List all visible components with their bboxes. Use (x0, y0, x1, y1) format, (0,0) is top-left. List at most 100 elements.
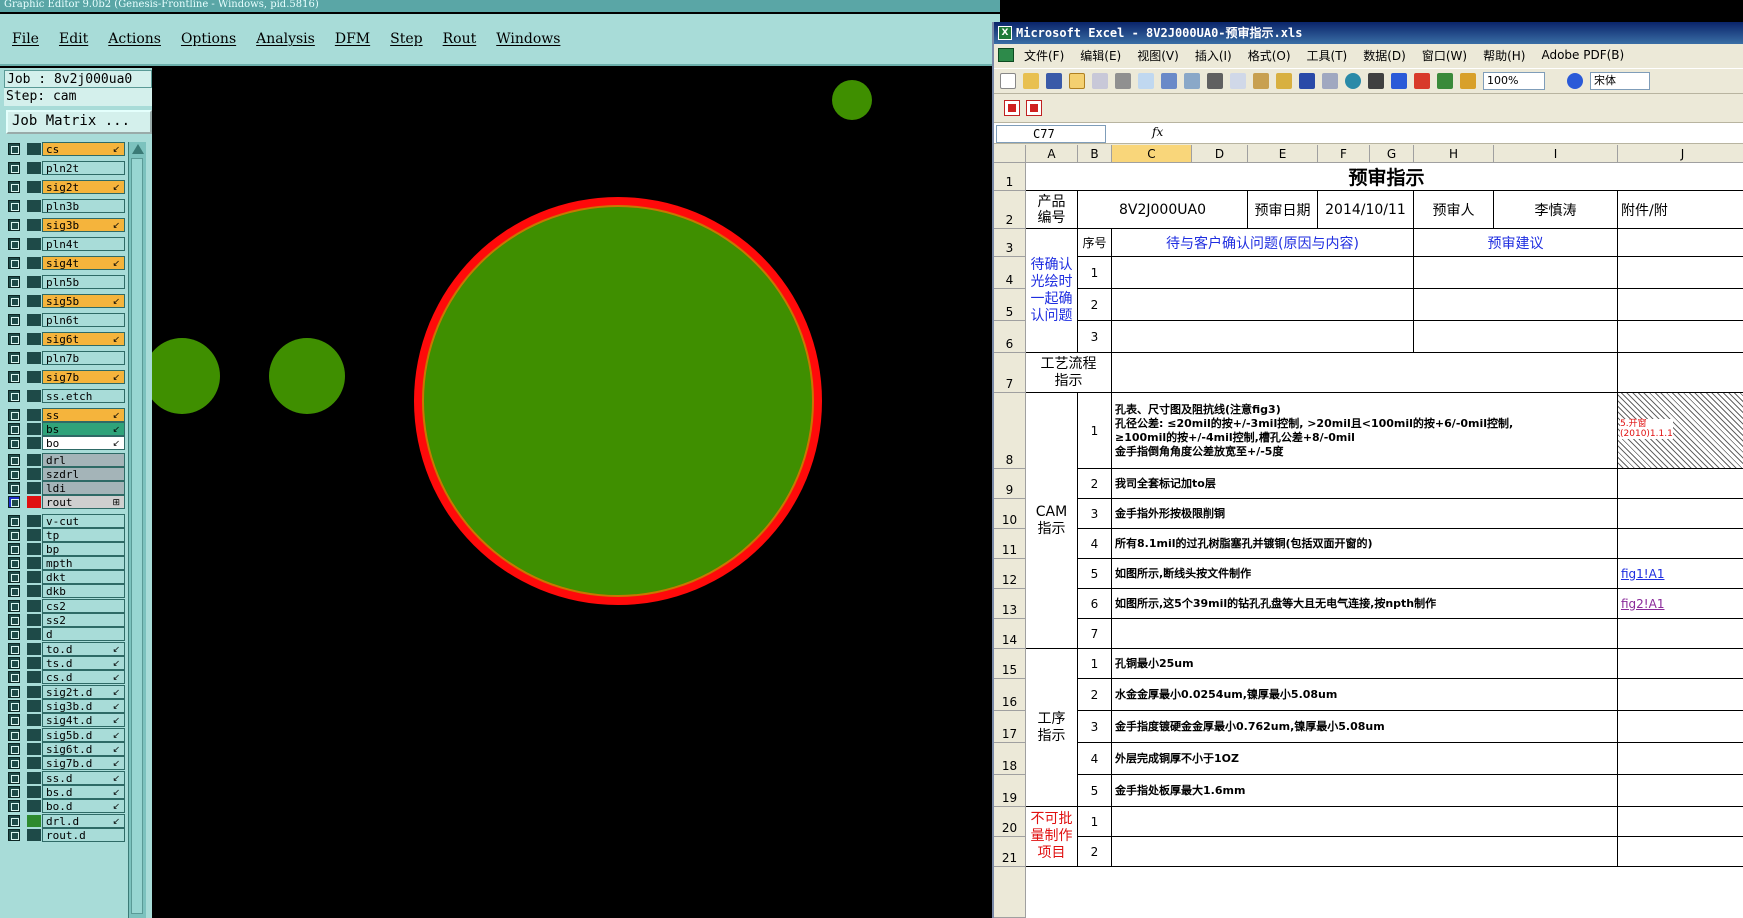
layer-row-sig4t[interactable]: sig4t ↙ (4, 256, 126, 270)
layer-name[interactable]: sig5b ↙ (42, 294, 125, 308)
layer-name[interactable]: pln2t (42, 161, 125, 175)
convert-and-email-pdf-icon[interactable] (1026, 100, 1042, 116)
scroll-up-icon[interactable] (132, 144, 144, 154)
cam-no-3[interactable]: 3 (1078, 499, 1112, 529)
layer-name[interactable]: pln3b (42, 199, 125, 213)
row-header-6[interactable]: 6 (994, 321, 1026, 353)
layer-name[interactable]: ss ↙ (42, 408, 125, 422)
layer-name[interactable]: ss.d ↙ (42, 771, 125, 785)
format-painter-icon[interactable] (1276, 73, 1292, 89)
print-preview-icon[interactable] (1138, 73, 1154, 89)
layer-name[interactable]: sig2t.d ↙ (42, 685, 125, 699)
fx-icon[interactable]: fx (1152, 125, 1163, 139)
layer-row-drl[interactable]: drl (4, 453, 126, 467)
layer-name[interactable]: bs ↙ (42, 422, 125, 436)
proc-text-2[interactable]: 水金金厚最小0.0254um,镍厚最小5.08um (1112, 679, 1618, 711)
layer-name[interactable]: cs.d ↙ (42, 670, 125, 684)
xl-menu-edit[interactable]: 编辑(E) (1080, 47, 1121, 64)
layer-row-ss2[interactable]: ss2 (4, 613, 126, 627)
row-header-11[interactable]: 11 (994, 529, 1026, 559)
layer-display-swatch[interactable] (27, 496, 41, 508)
attachment-cell-9[interactable] (1618, 469, 1743, 499)
layer-name[interactable]: ldi (42, 481, 125, 495)
col-header-a[interactable]: A (1026, 145, 1078, 163)
layer-display-swatch[interactable] (27, 468, 41, 480)
layer-display-swatch[interactable] (27, 671, 41, 683)
layer-affected-checkbox[interactable] (8, 557, 20, 569)
layer-row-rout[interactable]: rout ⊞ (4, 495, 126, 509)
layer-display-swatch[interactable] (27, 219, 41, 231)
cam-no-2[interactable]: 2 (1078, 469, 1112, 499)
layer-row-ts-d[interactable]: ts.d ↙ (4, 656, 126, 670)
xl-menu-format[interactable]: 格式(O) (1248, 47, 1291, 64)
layer-name[interactable]: cs2 (42, 599, 125, 613)
confirm-issue-2[interactable] (1112, 289, 1414, 321)
confirm-suggestion-1[interactable] (1414, 257, 1618, 289)
convert-to-pdf-icon[interactable] (1004, 100, 1020, 116)
excel-app-icon[interactable]: X (998, 26, 1012, 40)
layer-display-swatch[interactable] (27, 557, 41, 569)
layer-row-sig6t[interactable]: sig6t ↙ (4, 332, 126, 346)
layer-affected-checkbox[interactable] (8, 786, 20, 798)
layer-name[interactable]: bs.d ↙ (42, 785, 125, 799)
col-header-i[interactable]: I (1494, 145, 1618, 163)
row-header-21[interactable]: 21 (994, 837, 1026, 867)
layer-row-bp[interactable]: bp (4, 542, 126, 556)
review-date-value[interactable]: 2014/10/11 (1318, 191, 1414, 229)
layer-name[interactable]: sig6t.d ↙ (42, 742, 125, 756)
layer-display-swatch[interactable] (27, 200, 41, 212)
layer-display-swatch[interactable] (27, 143, 41, 155)
layer-affected-checkbox[interactable] (8, 772, 20, 784)
layer-row-pln7b[interactable]: pln7b (4, 351, 126, 365)
layer-row-pln4t[interactable]: pln4t (4, 237, 126, 251)
layer-affected-checkbox[interactable] (8, 571, 20, 583)
layer-row-v-cut[interactable]: v-cut (4, 514, 126, 528)
layer-row-sig7b-d[interactable]: sig7b.d ↙ (4, 756, 126, 770)
cam-text-6[interactable]: 如图所示,这5个39mil的钻孔孔盘等大且无电气连接,按npth制作 (1112, 589, 1618, 619)
col-header-f[interactable]: F (1318, 145, 1370, 163)
layer-name[interactable]: to.d ↙ (42, 642, 125, 656)
layer-display-swatch[interactable] (27, 628, 41, 640)
xl-menu-insert[interactable]: 插入(I) (1195, 47, 1232, 64)
layer-affected-checkbox[interactable] (8, 162, 20, 174)
layer-name[interactable]: dkb (42, 584, 125, 598)
layer-affected-checkbox[interactable] (8, 585, 20, 597)
cam-text-7[interactable] (1112, 619, 1618, 649)
layer-affected-checkbox[interactable] (8, 529, 20, 541)
layer-display-swatch[interactable] (27, 729, 41, 741)
menu-actions[interactable]: Actions (108, 31, 161, 47)
layer-display-swatch[interactable] (27, 700, 41, 712)
drawing-icon[interactable] (1460, 73, 1476, 89)
layer-affected-checkbox[interactable] (8, 800, 20, 812)
fig2-link[interactable]: fig2!A1 (1621, 597, 1664, 611)
row-header-3[interactable]: 3 (994, 229, 1026, 257)
fig1-link[interactable]: fig1!A1 (1621, 567, 1664, 581)
attachment-cell-3[interactable] (1618, 229, 1743, 257)
reviewer-value[interactable]: 李慎涛 (1494, 191, 1618, 229)
cam-no-4[interactable]: 4 (1078, 529, 1112, 559)
row-header-9[interactable]: 9 (994, 469, 1026, 499)
row-header-16[interactable]: 16 (994, 679, 1026, 711)
layer-name[interactable]: sig7b ↙ (42, 370, 125, 384)
confirm-group-label[interactable]: 待确认光绘时一起确认问题 (1026, 229, 1078, 353)
attachment-cell-16[interactable] (1618, 679, 1743, 711)
menu-dfm[interactable]: DFM (335, 31, 370, 47)
menu-options[interactable]: Options (181, 31, 236, 47)
row-header-8[interactable]: 8 (994, 393, 1026, 469)
layer-affected-checkbox[interactable] (8, 371, 20, 383)
layer-display-swatch[interactable] (27, 786, 41, 798)
hyperlink-icon[interactable] (1345, 73, 1361, 89)
attachment-cell-7[interactable] (1618, 353, 1743, 393)
attachment-cell-21[interactable] (1618, 837, 1743, 867)
layer-affected-checkbox[interactable] (8, 390, 20, 402)
seq-label[interactable]: 序号 (1078, 229, 1112, 257)
layer-row-cs-d[interactable]: cs.d ↙ (4, 670, 126, 684)
layer-row-to-d[interactable]: to.d ↙ (4, 642, 126, 656)
font-select[interactable]: 宋体 (1590, 72, 1650, 90)
attachment-cell-19[interactable] (1618, 775, 1743, 807)
layer-row-bo[interactable]: bo ↙ (4, 436, 126, 450)
layer-display-swatch[interactable] (27, 643, 41, 655)
xl-menu-help[interactable]: 帮助(H) (1483, 47, 1525, 64)
layer-display-swatch[interactable] (27, 571, 41, 583)
layer-name[interactable]: mpth (42, 556, 125, 570)
